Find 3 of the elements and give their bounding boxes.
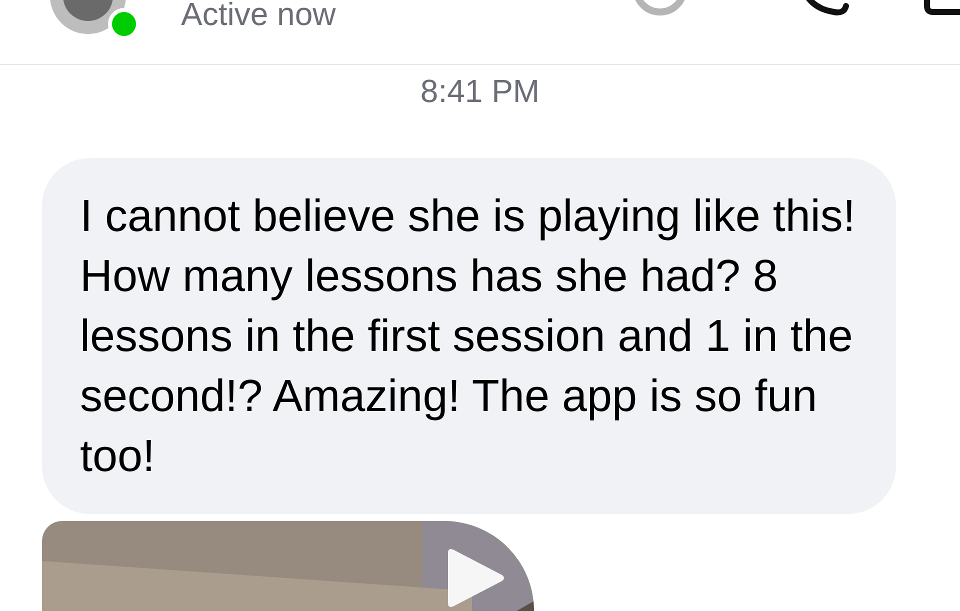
message-bubble: I cannot believe she is playing like this! How many lessons has she had? 8 lessons in the first session and 1 in the second!? Amazing! The app is so fun too! [42, 158, 896, 514]
status-text: Active now [181, 0, 336, 34]
message-time: 8:41 PM [420, 72, 540, 111]
